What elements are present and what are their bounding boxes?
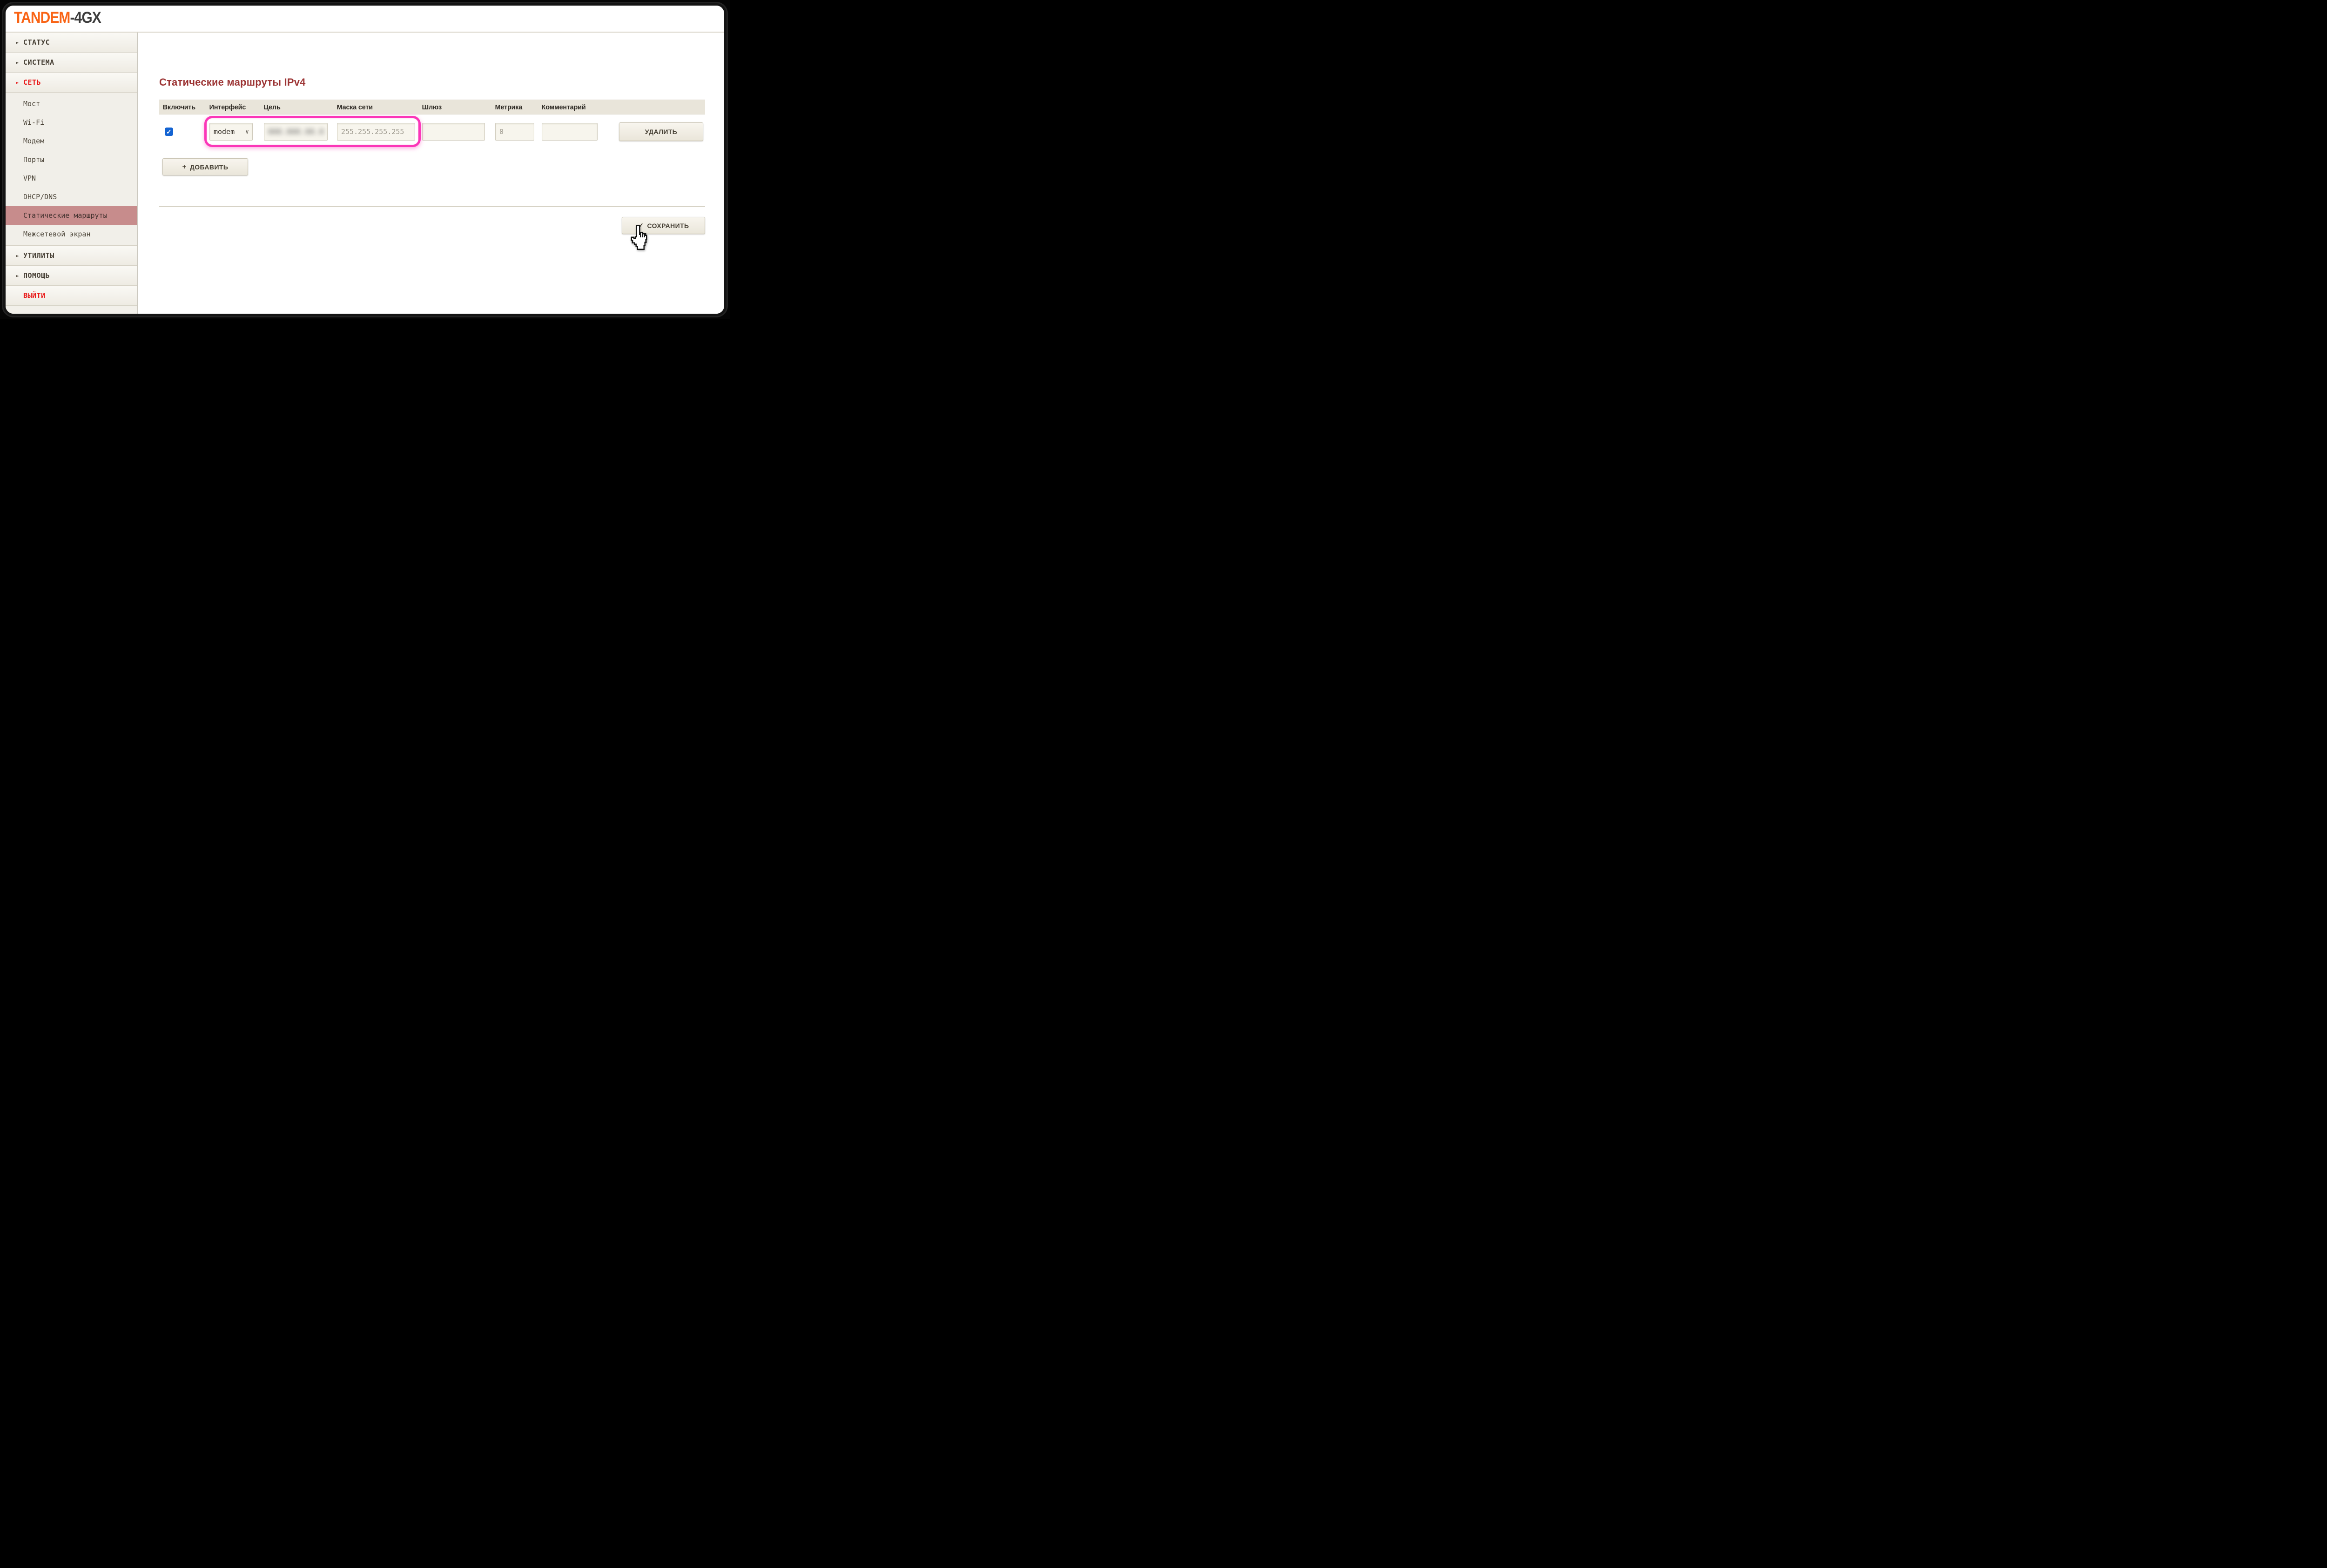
submenu-item-static-routes-selected[interactable]: Статические маршруты (6, 206, 137, 225)
save-button-label: СОХРАНИТЬ (647, 222, 689, 229)
submenu-item-bridge[interactable]: Мост (6, 94, 137, 113)
logo-secondary: -4GX (70, 9, 101, 27)
sidebar-item-logout[interactable]: ВЫЙТИ (6, 286, 137, 306)
sidebar-item-label: ПОМОЩЬ (23, 271, 50, 280)
submenu-item-label: DHCP/DNS (23, 193, 57, 201)
submenu-item-label: Порты (23, 155, 44, 164)
cell-target: 888.888.88.8 (260, 123, 333, 141)
triangle-right-icon: ► (16, 273, 23, 279)
logout-label: ВЫЙТИ (23, 291, 46, 300)
column-header-comment: Комментарий (538, 103, 609, 111)
submenu-item-label: Мост (23, 100, 40, 108)
enable-checkbox-checked[interactable]: ✓ (165, 128, 173, 136)
check-icon: ✓ (166, 128, 172, 136)
logo-primary: TANDEM (14, 9, 70, 27)
route-row: ✓ modem ∨ 888.888.88.8 (159, 114, 705, 149)
add-button-label: ДОБАВИТЬ (190, 163, 229, 171)
cell-metric (491, 123, 538, 141)
target-input-redacted[interactable]: 888.888.88.8 (264, 123, 328, 141)
triangle-right-icon: ► (16, 80, 23, 86)
cell-enable: ✓ (159, 128, 206, 136)
save-button[interactable]: ✓ СОХРАНИТЬ (622, 217, 705, 234)
static-routes-table: Включить Интерфейс Цель Маска сети Шлюз … (159, 100, 705, 149)
save-button-row: ✓ СОХРАНИТЬ (159, 217, 705, 234)
submenu-item-label: VPN (23, 174, 36, 182)
gateway-input[interactable] (422, 123, 485, 141)
submenu-item-label: Модем (23, 137, 44, 145)
cell-interface: modem ∨ (206, 123, 260, 141)
sidebar-item-label: СИСТЕМА (23, 58, 54, 67)
column-header-target: Цель (260, 103, 330, 111)
screenshot-stage: TANDEM-4GX ► СТАТУС ► СИСТЕМА ► СЕТЬ Мос (0, 0, 730, 319)
submenu-item-label: Статические маршруты (23, 211, 108, 220)
table-header-row: Включить Интерфейс Цель Маска сети Шлюз … (159, 100, 705, 114)
cell-gateway (418, 123, 491, 141)
add-route-button[interactable]: + ДОБАВИТЬ (162, 158, 248, 175)
column-header-netmask: Маска сети (333, 103, 415, 111)
sidebar-item-label: УТИЛИТЫ (23, 251, 54, 260)
submenu-item-firewall[interactable]: Межсетевой экран (6, 225, 137, 243)
redacted-value-blur: 888.888.88.8 (268, 128, 324, 136)
netmask-input[interactable] (337, 123, 415, 141)
chevron-down-icon: ∨ (245, 129, 249, 135)
cell-actions: УДАЛИТЬ (612, 122, 705, 141)
column-header-enable: Включить (159, 103, 204, 111)
network-submenu: Мост Wi-Fi Модем Порты VPN DHCP/DNS Стат… (6, 93, 137, 246)
interface-select[interactable]: modem ∨ (209, 123, 253, 141)
sidebar-item-label: СТАТУС (23, 38, 50, 47)
cell-comment (538, 123, 612, 141)
sidebar-nav: ► СТАТУС ► СИСТЕМА ► СЕТЬ Мост Wi-Fi Мод… (6, 33, 138, 314)
brand-logo: TANDEM-4GX (14, 9, 101, 27)
delete-button[interactable]: УДАЛИТЬ (619, 122, 703, 141)
checkmark-icon: ✓ (638, 222, 644, 230)
cell-netmask (333, 123, 418, 141)
sidebar-item-help[interactable]: ► ПОМОЩЬ (6, 266, 137, 286)
section-divider (159, 206, 705, 207)
delete-button-label: УДАЛИТЬ (645, 128, 678, 135)
submenu-item-dhcp-dns[interactable]: DHCP/DNS (6, 188, 137, 206)
sidebar-item-utilities[interactable]: ► УТИЛИТЫ (6, 246, 137, 266)
submenu-item-ports[interactable]: Порты (6, 150, 137, 169)
comment-input[interactable] (542, 123, 598, 141)
triangle-right-icon: ► (16, 40, 23, 46)
submenu-item-vpn[interactable]: VPN (6, 169, 137, 188)
sidebar-item-network-active[interactable]: ► СЕТЬ (6, 73, 137, 93)
column-header-interface: Интерфейс (206, 103, 258, 111)
device-frame: TANDEM-4GX ► СТАТУС ► СИСТЕМА ► СЕТЬ Мос (3, 3, 726, 316)
column-header-metric: Метрика (491, 103, 536, 111)
main-content: Статические маршруты IPv4 Включить Интер… (138, 33, 724, 314)
plus-icon: + (182, 163, 187, 171)
triangle-right-icon: ► (16, 60, 23, 66)
triangle-right-icon: ► (16, 253, 23, 259)
page-title: Статические маршруты IPv4 (159, 76, 724, 88)
app-header: TANDEM-4GX (6, 6, 724, 32)
submenu-item-label: Межсетевой экран (23, 230, 91, 238)
sidebar-item-label: СЕТЬ (23, 78, 41, 87)
sidebar-item-status[interactable]: ► СТАТУС (6, 33, 137, 53)
interface-select-value: modem (214, 128, 235, 136)
submenu-item-modem[interactable]: Модем (6, 132, 137, 150)
submenu-item-label: Wi-Fi (23, 118, 44, 127)
body-layout: ► СТАТУС ► СИСТЕМА ► СЕТЬ Мост Wi-Fi Мод… (6, 32, 724, 314)
column-header-gateway: Шлюз (418, 103, 489, 111)
submenu-item-wifi[interactable]: Wi-Fi (6, 113, 137, 132)
metric-input[interactable] (495, 123, 534, 141)
sidebar-item-system[interactable]: ► СИСТЕМА (6, 53, 137, 73)
